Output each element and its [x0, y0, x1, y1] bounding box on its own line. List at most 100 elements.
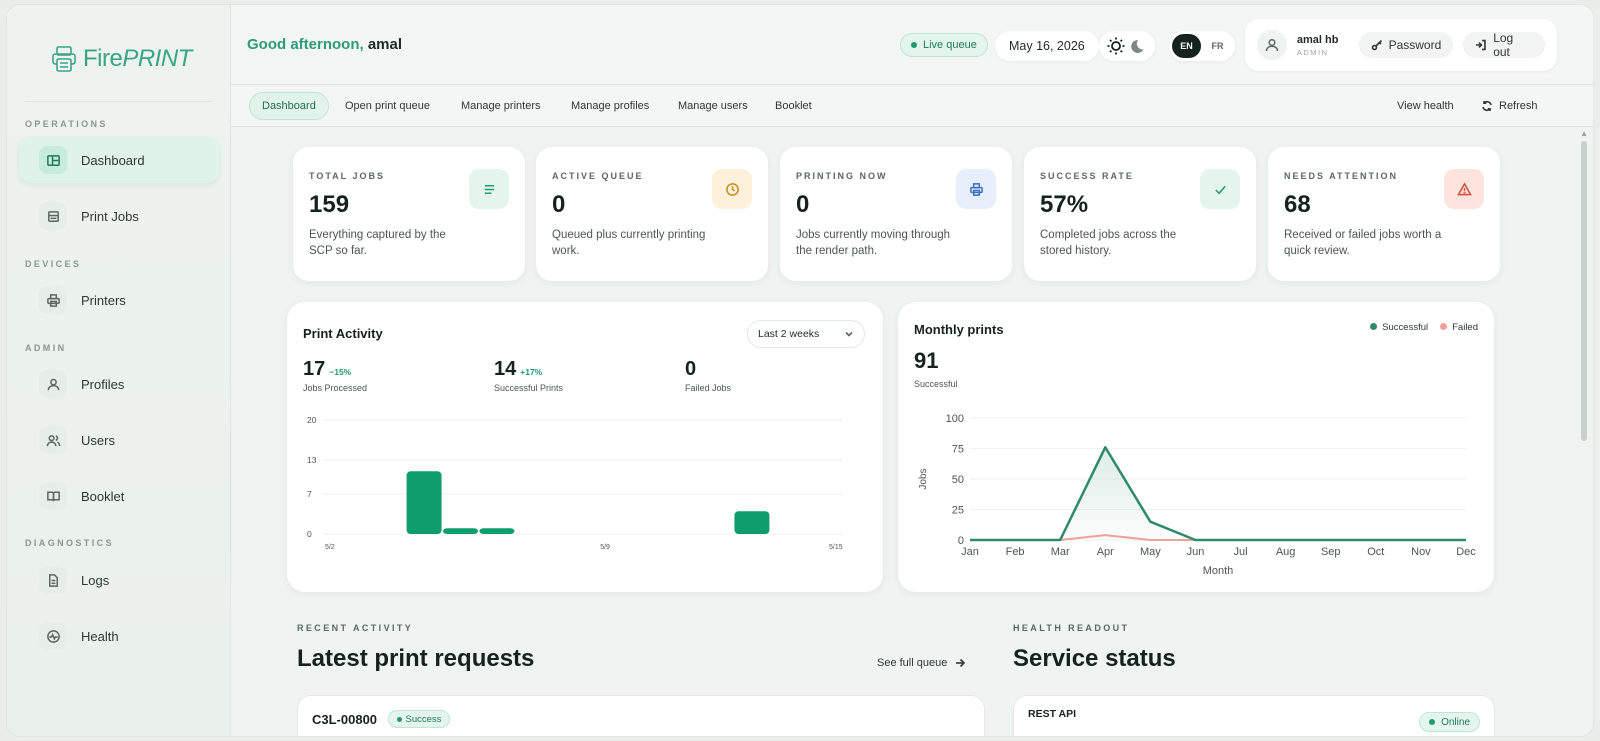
- sidebar-item-label: Booklet: [81, 488, 125, 504]
- tab-bar: Dashboard Open print queue Manage printe…: [231, 85, 1593, 127]
- printer-logo-icon: [52, 46, 76, 72]
- x-tick-label: Apr: [1097, 546, 1114, 558]
- theme-toggle[interactable]: [1099, 31, 1155, 61]
- monthly-prints-chart: 0255075100Jan Feb Mar Apr May Jun Jul Aug Sep Oct…: [918, 413, 1476, 577]
- y-tick-label: 7: [307, 489, 312, 499]
- sidebar-item-booklet[interactable]: Booklet: [19, 473, 219, 519]
- y-tick-label: 100: [946, 413, 964, 425]
- language-toggle[interactable]: EN FR: [1169, 31, 1235, 61]
- sidebar-item-health[interactable]: Health: [19, 613, 219, 659]
- section-label-devices: DEVICES: [25, 259, 82, 269]
- stat-description: Jobs currently moving through the render…: [796, 229, 951, 257]
- divider: [25, 101, 212, 102]
- see-full-queue-link[interactable]: See full queue: [877, 657, 966, 669]
- tab-manage-profiles[interactable]: Manage profiles: [559, 92, 661, 120]
- sidebar-item-logs[interactable]: Logs: [19, 557, 219, 603]
- range-select[interactable]: Last 2 weeks: [747, 320, 865, 348]
- tab-dashboard[interactable]: Dashboard: [249, 92, 329, 120]
- area-successful: [970, 447, 1466, 540]
- view-health-link[interactable]: View health: [1397, 92, 1454, 120]
- request-id: C3L-00800: [312, 711, 378, 727]
- sun-icon[interactable]: [1106, 36, 1126, 56]
- print-jobs-icon: [39, 202, 67, 230]
- metric-successful-prints: 14 +17% Successful Prints: [494, 358, 564, 393]
- lang-fr-button[interactable]: FR: [1203, 34, 1232, 58]
- recent-activity-kicker: RECENT ACTIVITY: [297, 623, 414, 633]
- service-status-title: Service status: [1013, 645, 1176, 672]
- status-badge: Online: [1419, 712, 1480, 732]
- sidebar-item-profiles[interactable]: Profiles: [19, 361, 219, 407]
- y-tick-label: 75: [952, 444, 964, 456]
- sidebar-item-label: Dashboard: [81, 152, 145, 168]
- password-button[interactable]: Password: [1358, 32, 1454, 58]
- status-dot-icon: [911, 42, 917, 48]
- file-icon: [39, 566, 67, 594]
- user-role: ADMIN: [1296, 47, 1329, 57]
- x-tick-label: May: [1140, 546, 1161, 558]
- stat-description: Received or failed jobs worth a quick re…: [1284, 229, 1442, 257]
- top-header: Good afternoon, amal Live queue May 16, …: [231, 5, 1593, 85]
- service-row[interactable]: REST API Online: [1013, 695, 1495, 736]
- y-tick-label: 20: [307, 415, 317, 425]
- lang-en-button[interactable]: EN: [1172, 34, 1201, 58]
- refresh-button[interactable]: Refresh: [1481, 92, 1538, 120]
- printer-icon: [39, 286, 67, 314]
- metric-failed-jobs: 0 Failed Jobs: [685, 358, 732, 393]
- logout-button[interactable]: Log out: [1463, 31, 1546, 59]
- sidebar-item-dashboard[interactable]: Dashboard: [19, 137, 219, 183]
- sidebar-item-label: Health: [81, 628, 119, 644]
- sidebar-item-users[interactable]: Users: [19, 417, 219, 463]
- tab-booklet[interactable]: Booklet: [763, 92, 824, 120]
- y-tick-label: 0: [307, 529, 312, 539]
- stat-card-success-rate[interactable]: SUCCESS RATE 57% Completed jobs across the…: [1024, 147, 1256, 281]
- tab-manage-users[interactable]: Manage users: [666, 92, 760, 120]
- x-tick-label: Dec: [1456, 546, 1476, 558]
- x-tick-label: Feb: [1006, 546, 1025, 558]
- monthly-prints-panel: Monthly prints Successful Failed 91 Succ…: [898, 302, 1494, 592]
- sidebar-item-printers[interactable]: Printers: [19, 277, 219, 323]
- y-tick-label: 13: [307, 455, 317, 465]
- stat-card-total-jobs[interactable]: TOTAL JOBS 159 Everything captured by the …: [293, 147, 525, 281]
- tab-open-print-queue[interactable]: Open print queue: [333, 92, 442, 120]
- stat-card-needs-attention[interactable]: NEEDS ATTENTION 68 Received or failed jobs…: [1268, 147, 1500, 281]
- list-icon: [469, 169, 509, 209]
- user-menu: amal hb ADMIN Password Log out: [1245, 19, 1557, 71]
- print-request-row[interactable]: C3L-00800 Success: [297, 695, 985, 736]
- y-axis-label: Jobs: [918, 468, 929, 489]
- logo[interactable]: FirePRINT: [51, 45, 192, 73]
- moon-icon[interactable]: [1130, 37, 1149, 55]
- printer-icon: [956, 169, 996, 209]
- x-tick-label: Mar: [1051, 546, 1070, 558]
- section-label-diagnostics: DIAGNOSTICS: [25, 538, 114, 548]
- x-tick-label: Jul: [1234, 546, 1248, 558]
- refresh-icon: [1482, 100, 1492, 112]
- live-queue-badge[interactable]: Live queue: [900, 33, 988, 57]
- sidebar-item-print-jobs[interactable]: Print Jobs: [19, 193, 219, 239]
- x-tick-label: Oct: [1367, 546, 1384, 558]
- x-tick-label: Jun: [1187, 546, 1205, 558]
- x-tick-label: Jan: [961, 546, 979, 558]
- x-tick-label: 5/9: [600, 544, 610, 551]
- bar: [479, 528, 515, 534]
- x-tick-label: Sep: [1321, 546, 1341, 558]
- greeting: Good afternoon, amal: [247, 36, 403, 53]
- section-label-operations: OPERATIONS: [25, 119, 108, 129]
- app-window: FirePRINT OPERATIONS Dashboard Print Job…: [6, 4, 1594, 737]
- stat-description: Completed jobs across the stored history…: [1040, 229, 1177, 257]
- users-icon: [39, 426, 67, 454]
- status-badge: Success: [387, 710, 451, 728]
- scrollbar[interactable]: [1581, 141, 1587, 441]
- bar: [443, 528, 478, 534]
- user-info: amal hb ADMIN: [1297, 34, 1349, 57]
- tab-manage-printers[interactable]: Manage printers: [449, 92, 553, 120]
- panel-title: Print Activity: [303, 326, 383, 341]
- stat-card-printing-now[interactable]: PRINTING NOW 0 Jobs currently moving throu…: [780, 147, 1012, 281]
- arrow-right-icon: [956, 658, 966, 668]
- stat-card-active-queue[interactable]: ACTIVE QUEUE 0 Queued plus currently print…: [536, 147, 768, 281]
- recent-activity-title: Latest print requests: [297, 645, 535, 672]
- line-successful: [970, 446, 1466, 542]
- warning-icon: [1444, 169, 1484, 209]
- sidebar-item-label: Profiles: [81, 376, 125, 392]
- avatar[interactable]: [1257, 30, 1287, 60]
- scroll-up-icon[interactable]: ▲: [1580, 129, 1588, 138]
